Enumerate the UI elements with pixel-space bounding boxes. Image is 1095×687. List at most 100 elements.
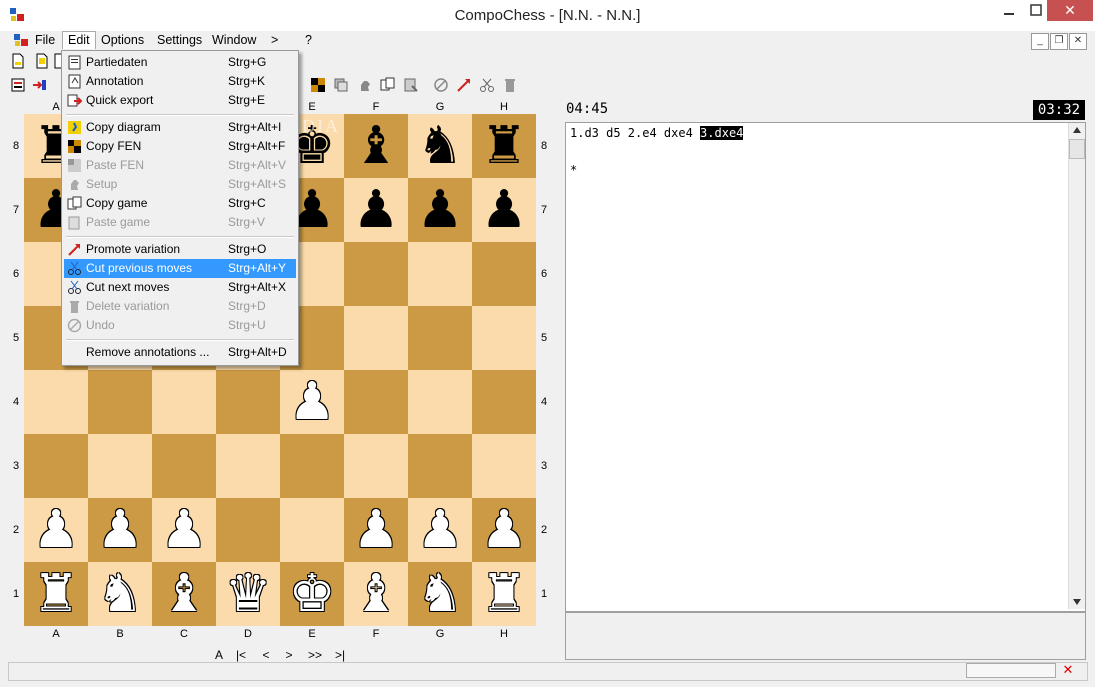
menu-item-partiedaten[interactable]: Partiedaten Strg+G bbox=[64, 53, 296, 72]
white-bishop-icon[interactable]: ♝ bbox=[344, 562, 408, 626]
insert-move-icon[interactable] bbox=[32, 77, 48, 93]
white-rook-icon[interactable]: ♜ bbox=[472, 562, 536, 626]
game-list-icon[interactable] bbox=[10, 77, 26, 93]
move-text[interactable]: 1.d3 d5 2.e4 dxe4 bbox=[570, 126, 700, 140]
diagram-icon bbox=[68, 121, 81, 134]
white-pawn-icon[interactable]: ♟ bbox=[280, 370, 344, 434]
white-pawn-icon[interactable]: ♟ bbox=[472, 498, 536, 562]
white-pawn-icon[interactable]: ♟ bbox=[24, 498, 88, 562]
menu-item-annotation[interactable]: Annotation Strg+K bbox=[64, 72, 296, 91]
square-g4[interactable] bbox=[408, 370, 472, 434]
menu-item-cut-previous-moves[interactable]: Cut previous moves Strg+Alt+Y bbox=[64, 259, 296, 278]
mdi-minimize-button[interactable]: _ bbox=[1031, 33, 1049, 50]
scroll-up-icon[interactable] bbox=[1072, 126, 1082, 134]
menu-file[interactable]: File bbox=[30, 32, 60, 49]
file-label: G bbox=[435, 628, 445, 640]
square-g3[interactable] bbox=[408, 434, 472, 498]
menu-item-shortcut: Strg+Alt+S bbox=[228, 177, 287, 191]
black-pawn-icon[interactable]: ♟ bbox=[344, 178, 408, 242]
app-icon[interactable] bbox=[8, 6, 26, 24]
file-label: H bbox=[500, 101, 508, 113]
square-f4[interactable] bbox=[344, 370, 408, 434]
square-h4[interactable] bbox=[472, 370, 536, 434]
square-f6[interactable] bbox=[344, 242, 408, 306]
move-list[interactable]: 1.d3 d5 2.e4 dxe4 3.dxe4 bbox=[570, 126, 744, 140]
menu-item-promote-variation[interactable]: Promote variation Strg+O bbox=[64, 240, 296, 259]
black-knight-icon[interactable]: ♞ bbox=[408, 114, 472, 178]
board-icon[interactable] bbox=[310, 77, 326, 93]
menu-options[interactable]: Options bbox=[96, 32, 149, 49]
menu-item-label: Copy FEN bbox=[86, 139, 142, 153]
square-h5[interactable] bbox=[472, 306, 536, 370]
undo-icon[interactable] bbox=[433, 77, 449, 93]
white-pawn-icon[interactable]: ♟ bbox=[152, 498, 216, 562]
square-h6[interactable] bbox=[472, 242, 536, 306]
new-icon[interactable] bbox=[10, 53, 26, 69]
copy-game-icon[interactable] bbox=[380, 77, 396, 93]
black-bishop-icon[interactable]: ♝ bbox=[344, 114, 408, 178]
minimize-button[interactable] bbox=[995, 0, 1023, 21]
white-king-icon[interactable]: ♚ bbox=[280, 562, 344, 626]
square-h3[interactable] bbox=[472, 434, 536, 498]
close-button[interactable]: ✕ bbox=[1047, 0, 1093, 21]
piece-icon[interactable] bbox=[357, 77, 373, 93]
square-b3[interactable] bbox=[88, 434, 152, 498]
white-knight-icon[interactable]: ♞ bbox=[88, 562, 152, 626]
white-queen-icon[interactable]: ♛ bbox=[216, 562, 280, 626]
promote-variation-icon[interactable] bbox=[456, 77, 472, 93]
square-f5[interactable] bbox=[344, 306, 408, 370]
square-e2[interactable] bbox=[280, 498, 344, 562]
open-icon[interactable] bbox=[34, 53, 50, 69]
menu-item-undo: Undo Strg+U bbox=[64, 316, 296, 335]
comment-pane[interactable] bbox=[565, 612, 1086, 660]
square-b4[interactable] bbox=[88, 370, 152, 434]
square-c3[interactable] bbox=[152, 434, 216, 498]
menu-settings[interactable]: Settings bbox=[152, 32, 207, 49]
square-d3[interactable] bbox=[216, 434, 280, 498]
cut-moves-icon[interactable] bbox=[479, 77, 495, 93]
mdi-restore-button[interactable]: ❐ bbox=[1050, 33, 1068, 50]
notation-scrollbar[interactable] bbox=[1068, 123, 1085, 609]
copy-icon bbox=[67, 196, 82, 210]
square-f3[interactable] bbox=[344, 434, 408, 498]
menu-item-copy-diagram[interactable]: Copy diagram Strg+Alt+I bbox=[64, 118, 296, 137]
menu-item-remove-annotations[interactable]: Remove annotations ... Strg+Alt+D bbox=[64, 343, 296, 362]
menu-item-quick-export[interactable]: Quick export Strg+E bbox=[64, 91, 296, 110]
scroll-thumb[interactable] bbox=[1069, 139, 1085, 159]
menu-item-copy-game[interactable]: Copy game Strg+C bbox=[64, 194, 296, 213]
rank-label: 3 bbox=[12, 460, 20, 472]
current-move[interactable]: 3.dxe4 bbox=[700, 126, 744, 140]
menu-more[interactable]: > bbox=[266, 32, 283, 49]
close-icon: ✕ bbox=[1064, 2, 1076, 18]
menu-item-cut-next-moves[interactable]: Cut next moves Strg+Alt+X bbox=[64, 278, 296, 297]
white-pawn-icon[interactable]: ♟ bbox=[408, 498, 472, 562]
paste-game-icon[interactable] bbox=[403, 77, 419, 93]
square-g5[interactable] bbox=[408, 306, 472, 370]
menu-window[interactable]: Window bbox=[207, 32, 261, 49]
square-g6[interactable] bbox=[408, 242, 472, 306]
square-d4[interactable] bbox=[216, 370, 280, 434]
white-bishop-icon[interactable]: ♝ bbox=[152, 562, 216, 626]
square-a3[interactable] bbox=[24, 434, 88, 498]
square-c4[interactable] bbox=[152, 370, 216, 434]
menu-edit[interactable]: Edit bbox=[62, 31, 96, 49]
white-pawn-icon[interactable]: ♟ bbox=[344, 498, 408, 562]
square-a4[interactable] bbox=[24, 370, 88, 434]
black-pawn-icon[interactable]: ♟ bbox=[408, 178, 472, 242]
square-e3[interactable] bbox=[280, 434, 344, 498]
square-d2[interactable] bbox=[216, 498, 280, 562]
menu-item-copy-fen[interactable]: Copy FEN Strg+Alt+F bbox=[64, 137, 296, 156]
black-pawn-icon[interactable]: ♟ bbox=[472, 178, 536, 242]
white-knight-icon[interactable]: ♞ bbox=[408, 562, 472, 626]
scroll-down-icon[interactable] bbox=[1072, 598, 1082, 606]
white-rook-icon[interactable]: ♜ bbox=[24, 562, 88, 626]
white-pawn-icon[interactable]: ♟ bbox=[88, 498, 152, 562]
notation-pane[interactable]: 1.d3 d5 2.e4 dxe4 3.dxe4 * bbox=[565, 122, 1086, 612]
delete-variation-icon[interactable] bbox=[502, 77, 518, 93]
black-rook-icon[interactable]: ♜ bbox=[472, 114, 536, 178]
status-close-icon[interactable]: ✕ bbox=[1060, 663, 1076, 677]
document-icon[interactable] bbox=[12, 32, 32, 49]
menu-help[interactable]: ? bbox=[300, 32, 317, 49]
mdi-close-button[interactable]: ✕ bbox=[1069, 33, 1087, 50]
copy-diagram-icon[interactable] bbox=[333, 77, 349, 93]
